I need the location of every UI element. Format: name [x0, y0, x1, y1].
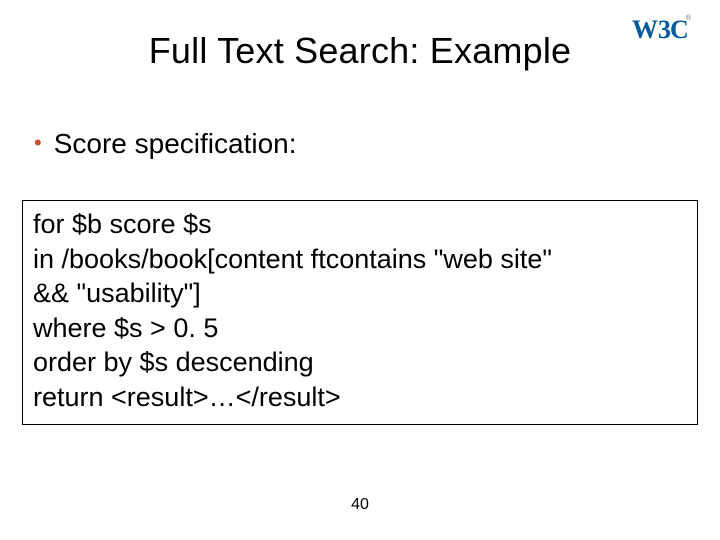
page-number: 40	[0, 496, 720, 514]
slide-title: Full Text Search: Example	[0, 0, 720, 72]
code-example-box: for $b score $s in /books/book[content f…	[22, 200, 698, 425]
svg-text:®: ®	[686, 14, 692, 22]
svg-text:W3: W3	[632, 15, 671, 44]
bullet-text: Score specification:	[54, 128, 297, 160]
bullet-item: • Score specification:	[0, 128, 720, 160]
w3c-logo: W3 C ®	[632, 12, 692, 48]
bullet-marker: •	[34, 128, 42, 158]
